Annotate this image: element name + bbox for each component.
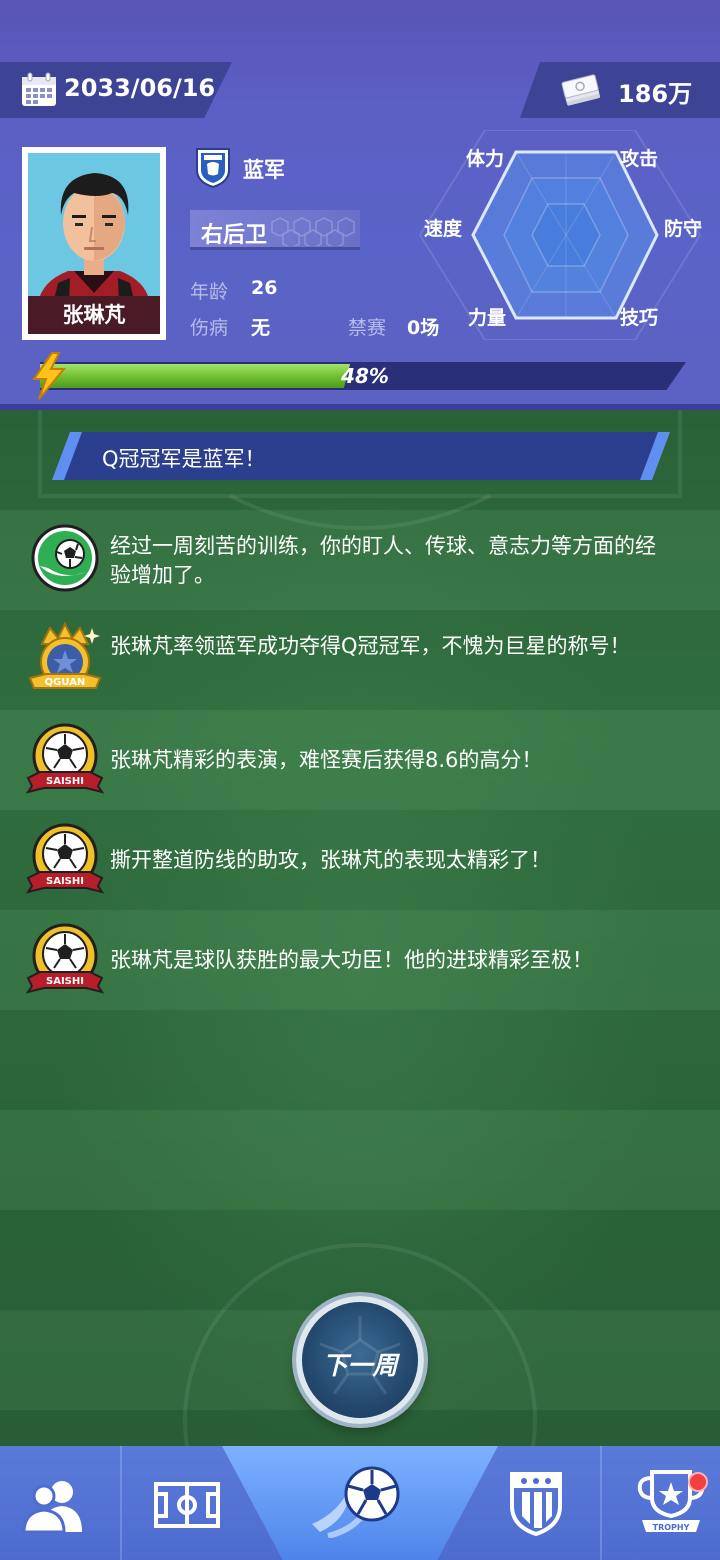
next-week-button[interactable]: 下一周 xyxy=(296,1296,424,1424)
pitch-icon xyxy=(154,1482,220,1528)
age-value: 26 xyxy=(251,277,278,299)
radar-label-technique: 技巧 xyxy=(620,307,659,329)
news-text: 撕开整道防线的助攻，张琳芃的表现太精彩了！ xyxy=(110,848,551,872)
qguan-label: QGUAN xyxy=(45,677,86,688)
saishi-ball-icon: SAISHI xyxy=(26,923,104,994)
injury-label: 伤病 xyxy=(190,317,229,339)
nav-tab-pitch[interactable] xyxy=(130,1446,240,1560)
player-name: 张琳芃 xyxy=(28,296,160,334)
match-ball-icon xyxy=(312,1466,400,1538)
news-item: SAISHI 张琳芃是球队获胜的最大功臣！他的进球精彩至极！ xyxy=(0,908,720,1008)
nav-tab-trophy[interactable]: TROPHY xyxy=(610,1446,720,1560)
news-item: SAISHI 张琳芃精彩的表演，难怪赛后获得8.6的高分！ xyxy=(0,708,720,808)
saishi-label: SAISHI xyxy=(46,876,84,887)
progress-percent: 48% xyxy=(341,364,389,388)
nav-tab-match[interactable] xyxy=(300,1446,420,1560)
saishi-ball-icon: SAISHI xyxy=(26,823,104,894)
radar-label-strength: 力量 xyxy=(468,307,507,329)
nav-tab-team[interactable] xyxy=(0,1446,120,1560)
current-date: 2033/06/16 xyxy=(64,74,216,102)
club-badge-icon xyxy=(510,1472,562,1536)
injury-value: 无 xyxy=(251,317,271,339)
news-text: 张琳芃是球队获胜的最大功臣！他的进球精彩至极！ xyxy=(110,948,593,972)
saishi-label: SAISHI xyxy=(46,776,84,787)
team-crest-icon[interactable] xyxy=(194,146,232,188)
player-portrait[interactable]: 张琳芃 xyxy=(22,147,166,340)
radar-label-speed: 速度 xyxy=(424,218,463,240)
money-amount: 186万 xyxy=(618,80,693,108)
trophy-label: TROPHY xyxy=(653,1523,690,1532)
news-text: 经过一周刻苦的训练，你的盯人、传球、意志力等方面的经验增加了。 xyxy=(110,534,656,587)
top-bar: 2033/06/16 186万 xyxy=(0,62,720,118)
lightning-bolt-icon xyxy=(32,352,67,400)
news-text: 张琳芃精彩的表演，难怪赛后获得8.6的高分！ xyxy=(110,748,543,772)
saishi-label: SAISHI xyxy=(46,976,84,987)
cash-icon xyxy=(561,74,601,106)
position-badge: 右后卫 xyxy=(190,210,360,250)
team-icon xyxy=(22,1481,82,1534)
attribute-radar[interactable]: 体力 攻击 速度 防守 力量 技巧 xyxy=(410,129,710,341)
champion-banner-text: Q冠冠军是蓝军！ xyxy=(102,447,266,471)
nav-tab-club[interactable] xyxy=(490,1446,600,1560)
news-item: 经过一周刻苦的训练，你的盯人、传球、意志力等方面的经验增加了。 xyxy=(0,508,720,608)
player-header: 2033/06/16 186万 张琳芃 蓝军 右后卫 年龄 26 伤病 无 禁赛… xyxy=(0,0,720,410)
calendar-icon xyxy=(22,72,56,106)
news-item: QGUAN 张琳芃率领蓝军成功夺得Q冠冠军，不愧为巨星的称号！ xyxy=(0,608,720,708)
suspension-label: 禁赛 xyxy=(348,317,387,339)
radar-label-attack: 攻击 xyxy=(620,148,659,170)
bottom-navigation: TROPHY xyxy=(0,1446,720,1560)
next-week-label: 下一周 xyxy=(322,1351,398,1380)
age-label: 年龄 xyxy=(190,281,229,303)
experience-progress-bar: 48% xyxy=(40,362,686,390)
hex-pattern-decoration xyxy=(271,217,355,246)
notification-dot xyxy=(688,1472,708,1492)
saishi-ball-icon: SAISHI xyxy=(26,723,104,794)
qguan-crown-icon: QGUAN xyxy=(28,622,102,689)
team-name: 蓝军 xyxy=(243,158,285,182)
radar-label-stamina: 体力 xyxy=(466,148,505,170)
position-label: 右后卫 xyxy=(201,223,268,248)
money-panel: 186万 xyxy=(520,62,720,118)
radar-label-defense: 防守 xyxy=(664,218,703,240)
date-panel: 2033/06/16 xyxy=(0,62,232,118)
news-text: 张琳芃率领蓝军成功夺得Q冠冠军，不愧为巨星的称号！ xyxy=(110,634,631,658)
news-item: SAISHI 撕开整道防线的助攻，张琳芃的表现太精彩了！ xyxy=(0,808,720,908)
training-ball-icon xyxy=(31,524,99,592)
avatar: 张琳芃 xyxy=(28,153,160,334)
